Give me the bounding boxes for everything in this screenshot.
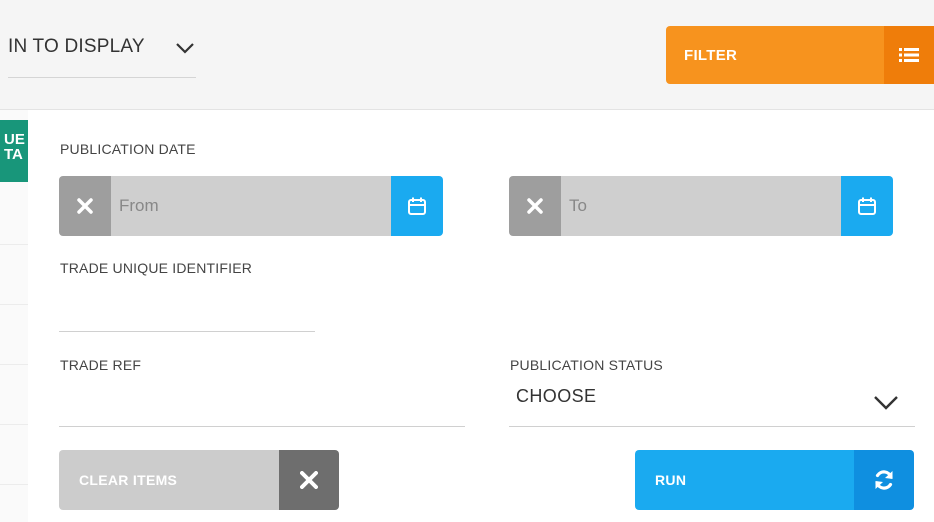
- clear-items-button[interactable]: CLEAR ITEMS: [59, 450, 339, 510]
- date-from-input[interactable]: From: [111, 176, 391, 236]
- filter-button-label: FILTER: [684, 46, 738, 64]
- row-divider: [0, 244, 28, 245]
- close-icon[interactable]: [59, 176, 111, 236]
- row-divider: [0, 484, 28, 485]
- publication-date-label: PUBLICATION DATE: [60, 141, 196, 157]
- date-to-group: To: [509, 176, 893, 236]
- filter-button[interactable]: FILTER: [666, 26, 934, 84]
- clear-items-label: CLEAR ITEMS: [59, 450, 279, 510]
- trade-ref-input[interactable]: [59, 426, 465, 427]
- trade-ref-label: TRADE REF: [60, 357, 142, 373]
- column-header-tag-line2: TA: [4, 146, 23, 163]
- row-divider: [0, 304, 28, 305]
- publication-status-select[interactable]: CHOOSE: [516, 386, 596, 407]
- refresh-icon[interactable]: [854, 450, 914, 510]
- column-select-label: IN TO DISPLAY: [8, 36, 145, 57]
- publication-status-label: PUBLICATION STATUS: [510, 357, 663, 373]
- chevron-down-icon[interactable]: [174, 38, 196, 58]
- close-icon[interactable]: [279, 450, 339, 510]
- toolbar: IN TO DISPLAY FILTER: [0, 0, 934, 110]
- list-icon[interactable]: [884, 26, 934, 84]
- date-from-group: From: [59, 176, 443, 236]
- chevron-down-icon[interactable]: [872, 394, 900, 412]
- row-divider: [0, 424, 28, 425]
- calendar-icon[interactable]: [841, 176, 893, 236]
- row-divider: [0, 364, 28, 365]
- column-header-tag-line1: UE: [4, 131, 25, 148]
- run-button[interactable]: RUN: [635, 450, 914, 510]
- close-icon[interactable]: [509, 176, 561, 236]
- trade-uid-label: TRADE UNIQUE IDENTIFIER: [60, 260, 253, 276]
- calendar-icon[interactable]: [391, 176, 443, 236]
- date-to-input[interactable]: To: [561, 176, 841, 236]
- column-select[interactable]: IN TO DISPLAY: [8, 36, 196, 78]
- run-label: RUN: [635, 450, 854, 510]
- trade-uid-input[interactable]: [59, 331, 315, 332]
- publication-status-underline: [509, 426, 915, 427]
- column-header-tag: UE TA: [0, 120, 28, 182]
